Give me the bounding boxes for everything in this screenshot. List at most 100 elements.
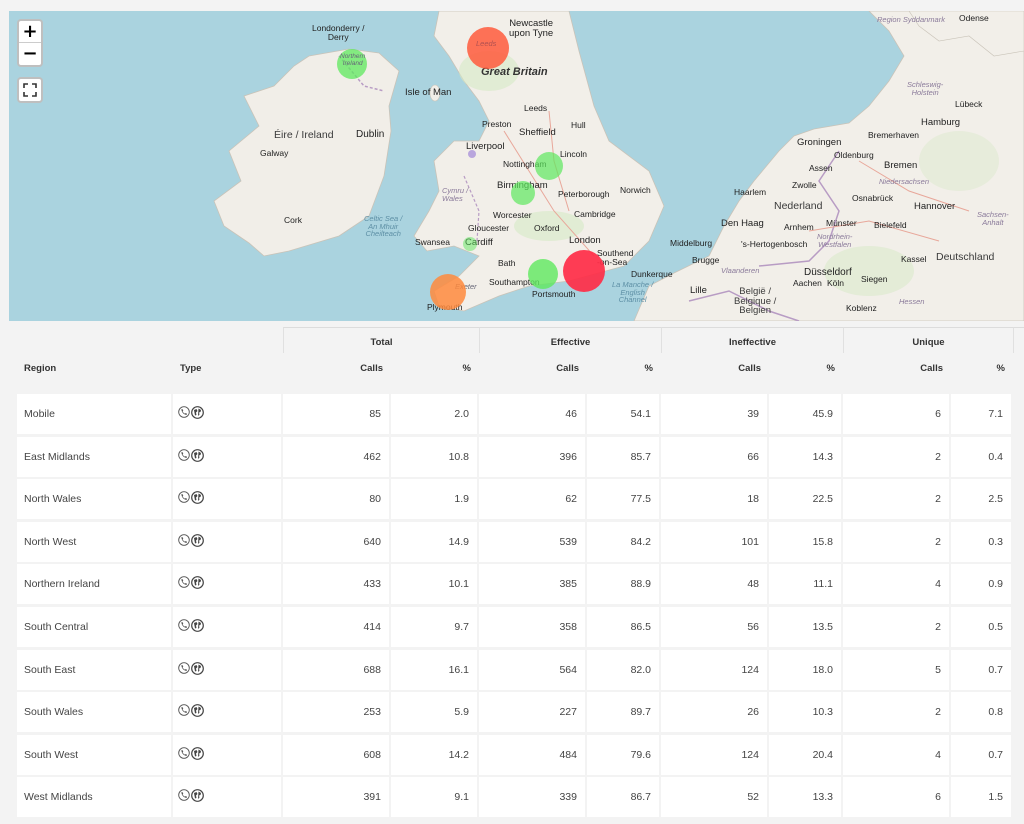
cell-ineffective-calls: 124 [661,649,769,690]
cell-effective-pct: 86.5 [587,606,661,647]
cell-ineffective-pct: 13.5 [769,606,843,647]
cell-region: South Central [17,606,173,647]
cell-unique-calls: 2 [843,606,951,647]
table-row[interactable]: South Wales 253 5.9 227 89.7 26 10.3 2 0… [17,692,1024,735]
cell-total-calls: 414 [283,606,391,647]
region-bubble-south-wales[interactable] [463,237,477,251]
table-row[interactable]: North West 640 14.9 539 84.2 101 15.8 2 … [17,521,1024,565]
map[interactable]: Londonderry / Derry Newcastle upon Tyne … [9,11,1024,321]
cell-type [173,692,283,733]
region-bubble-north-west[interactable] [467,27,509,69]
cell-ineffective-pct: 11.1 [769,564,843,605]
cell-effective-calls: 227 [479,692,587,733]
phone-icon [178,661,190,674]
cell-unique-calls: 5 [843,649,951,690]
cell-ineffective-calls: 18 [661,479,769,520]
cell-effective-pct: 89.7 [587,692,661,733]
cell-ineffective-calls: 56 [661,606,769,647]
phone-icon [178,448,190,461]
phone-icon [178,534,190,546]
cell-region: Northern Ireland [17,564,173,605]
group-header-ineffective: Ineffective [661,327,843,353]
region-bubble-west-midlands[interactable] [511,181,535,205]
cell-unique-pct: 0.5 [951,606,1013,647]
cell-type [173,734,283,775]
fullscreen-button[interactable] [17,77,43,103]
cell-total-calls: 80 [283,479,391,520]
col-header-ineffective-pct[interactable]: % [769,353,843,383]
table-row[interactable]: South Central 414 9.7 358 86.5 56 13.5 2… [17,606,1024,650]
table-row[interactable]: West Midlands 391 9.1 339 86.7 52 13.3 6… [17,777,1024,820]
cell-unique-calls: 4 [843,564,951,605]
cell-ineffective-calls: 39 [661,394,769,434]
col-header-effective-pct[interactable]: % [587,353,661,383]
cell-type [173,564,283,605]
table-column-header: Region Type Calls % Calls % Calls % Call… [17,353,1024,383]
table-row[interactable]: South West 608 14.2 484 79.6 124 20.4 4 … [17,734,1024,778]
region-bubble-north-wales[interactable] [468,150,476,158]
col-header-unique-pct[interactable]: % [951,353,1013,383]
col-header-ineffective-calls[interactable]: Calls [661,353,769,383]
region-bubble-south-west[interactable] [430,274,466,310]
table-body: Mobile 85 2.0 46 54.1 39 45.9 6 7.1 East… [17,394,1024,820]
cell-unique-pct: 2.5 [951,479,1013,520]
cell-total-pct: 10.1 [391,564,479,605]
col-header-effective-calls[interactable]: Calls [479,353,587,383]
cell-total-calls: 85 [283,394,391,434]
cell-effective-pct: 85.7 [587,436,661,477]
ireland-landmass [213,48,400,257]
cell-ineffective-calls: 101 [661,521,769,562]
cell-effective-pct: 82.0 [587,649,661,690]
cell-total-pct: 10.8 [391,436,479,477]
cell-region: South Wales [17,692,173,733]
region-bubble-south-east[interactable] [563,250,605,292]
calls-table: Total Effective Ineffective Unique Regio… [17,327,1024,383]
zoom-out-button[interactable]: − [19,43,41,65]
cell-type [173,521,283,562]
phone-icon [178,491,190,503]
table-group-header: Total Effective Ineffective Unique [17,327,1024,353]
park-area [514,211,584,241]
region-bubble-south-central[interactable] [528,259,558,289]
col-header-unique-calls[interactable]: Calls [843,353,951,383]
zoom-control: + − [17,19,43,67]
cell-region: North Wales [17,479,173,520]
table-row[interactable]: Mobile 85 2.0 46 54.1 39 45.9 6 7.1 [17,394,1024,437]
cell-effective-calls: 62 [479,479,587,520]
table-row[interactable]: North Wales 80 1.9 62 77.5 18 22.5 2 2.5 [17,479,1024,522]
cell-total-pct: 9.1 [391,777,479,818]
cell-total-calls: 608 [283,734,391,775]
globe-icon [191,406,204,419]
map-tiles [213,11,1024,321]
cell-total-pct: 14.9 [391,521,479,562]
cell-effective-calls: 46 [479,394,587,434]
phone-icon [178,746,190,759]
cell-effective-calls: 484 [479,734,587,775]
cell-effective-pct: 77.5 [587,479,661,520]
cell-effective-calls: 339 [479,777,587,818]
phone-icon [178,789,190,802]
col-header-total-pct[interactable]: % [391,353,479,383]
col-header-total-calls[interactable]: Calls [283,353,391,383]
cell-type [173,436,283,477]
region-bubble-northern-ireland[interactable] [337,49,367,79]
cell-unique-pct: 0.4 [951,436,1013,477]
cell-unique-pct: 0.8 [951,692,1013,733]
table-row[interactable]: Northern Ireland 433 10.1 385 88.9 48 11… [17,564,1024,607]
cell-effective-pct: 86.7 [587,777,661,818]
cell-ineffective-calls: 26 [661,692,769,733]
region-bubble-east-midlands[interactable] [535,152,563,180]
cell-type [173,394,283,434]
cell-region: South West [17,734,173,775]
table-row[interactable]: East Midlands 462 10.8 396 85.7 66 14.3 … [17,436,1024,480]
cell-effective-calls: 385 [479,564,587,605]
table-row[interactable]: South East 688 16.1 564 82.0 124 18.0 5 … [17,649,1024,693]
cell-ineffective-pct: 15.8 [769,521,843,562]
col-header-region[interactable]: Region [17,353,173,383]
cell-ineffective-pct: 18.0 [769,649,843,690]
cell-ineffective-calls: 48 [661,564,769,605]
col-header-type[interactable]: Type [173,353,283,383]
cell-ineffective-pct: 45.9 [769,394,843,434]
globe-icon [191,704,204,718]
zoom-in-button[interactable]: + [19,21,41,43]
